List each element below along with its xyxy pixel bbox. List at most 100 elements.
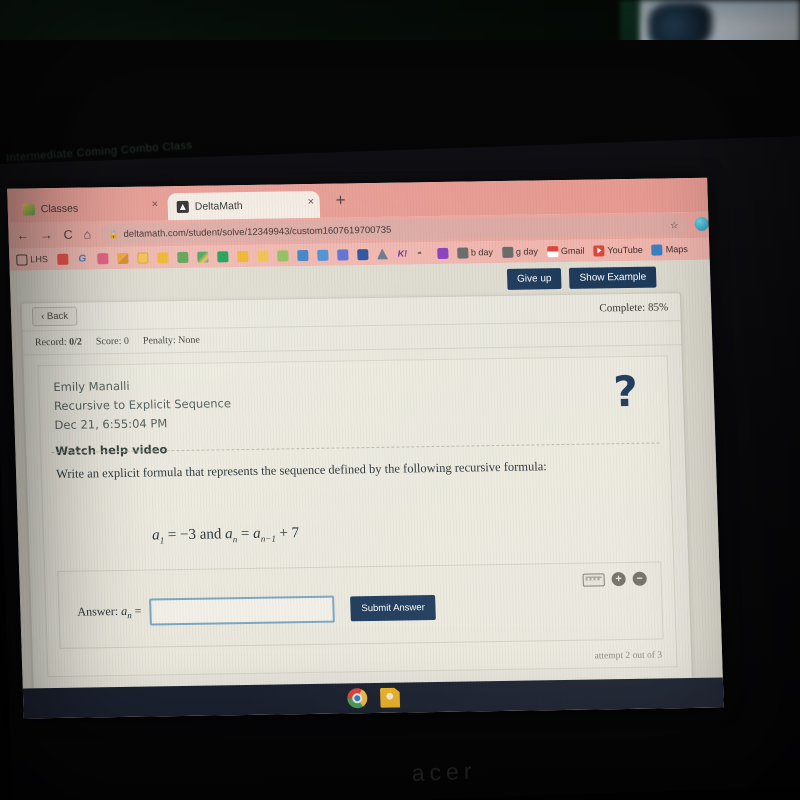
classroom-icon [22,202,35,215]
sheets-icon [216,250,229,262]
bookmark-item[interactable]: Gmail [546,245,585,257]
back-arrow-icon[interactable]: ← [16,228,29,242]
penalty-stat: Penalty: None [143,335,200,347]
bookmark-item[interactable] [56,253,69,265]
bookmark-item[interactable]: g day [501,246,538,258]
answer-label-text: Answer: [77,604,119,619]
deltamath-page: Give up Show Example ‹ Back Complete: 85… [9,259,724,719]
bookmark-item[interactable] [377,248,388,259]
bookmark-item[interactable]: YouTube [593,244,643,257]
completion-status: Complete: 85% [599,301,669,315]
bookmark-item[interactable]: K! [397,248,408,259]
bookmark-item[interactable] [96,252,109,264]
answer-row: Answer: an = Submit Answer [77,594,437,627]
assignment-datetime: Dec 21, 6:55:04 PM [54,416,168,432]
forward-arrow-icon[interactable]: → [40,228,53,242]
assignment-title: Recursive to Explicit Sequence [53,396,232,413]
browser-tab-deltamath[interactable]: DeltaMath [167,190,321,221]
formula-an-1: an−1 [252,525,277,544]
back-button[interactable]: ‹ Back [31,306,78,327]
wifi-icon: ◓ [416,247,423,258]
folder-icon [16,253,28,266]
bookmark-item[interactable] [156,251,169,263]
bookmark-item[interactable]: G [77,253,88,264]
answer-input[interactable] [149,595,335,626]
reload-icon[interactable]: C [63,227,72,241]
address-bar-url: deltamath.com/student/solve/12349943/cus… [123,224,392,240]
google-g-icon: G [78,252,87,265]
bookmark-item[interactable] [236,250,249,262]
bookmark-item[interactable]: LHS [16,253,48,266]
bookmark-item[interactable] [336,248,349,261]
answer-tools: + − [582,571,647,587]
answer-label: Answer: an = [77,604,141,621]
help-question-mark-icon[interactable]: ? [613,367,639,416]
bookmark-item[interactable] [256,250,269,262]
formula-equals-neg3: = −3 and [167,526,226,544]
new-tab-button[interactable]: + [335,190,346,209]
formula-equals: = [240,525,254,543]
tab-close-icon[interactable]: × [151,198,158,210]
extension-icon-1[interactable] [694,216,709,231]
bookmark-item[interactable] [296,249,309,261]
zoom-in-button[interactable]: + [611,572,626,587]
red-app-icon [56,253,69,265]
bookmark-star-icon[interactable]: ☆ [670,220,679,231]
pink-shield-icon [96,252,109,264]
kahoot-icon: K! [397,247,408,259]
orange-corner-icon [116,252,129,264]
bookmark-item[interactable] [276,249,289,261]
bookmark-item[interactable] [356,248,369,260]
record-label: Record: [34,336,67,349]
lock-icon: 🔒 [108,229,119,239]
maps-icon [651,243,663,256]
bookmark-item[interactable] [116,252,129,264]
give-up-button[interactable]: Give up [506,268,562,290]
bookmark-item[interactable] [316,249,329,261]
bookmark-item[interactable] [436,247,449,259]
penalty-value: None [178,334,201,347]
score-value: 0 [123,335,130,347]
gray-triangle-icon [377,248,388,259]
show-example-button[interactable]: Show Example [569,266,657,289]
blue-doc-icon [296,249,309,261]
drive-icon [196,251,209,263]
submit-answer-button[interactable]: Submit Answer [350,595,437,622]
extension-icon-2[interactable] [712,216,724,231]
home-icon[interactable]: ⌂ [83,227,91,241]
quizlet-icon [356,248,369,260]
blue-doc-3-icon [336,248,349,261]
laptop-body: acer Classes × DeltaMath × + ← → C ⌂ 🔒 d… [0,135,800,800]
deltamath-icon [176,200,189,213]
bookmark-item[interactable]: b day [456,246,493,259]
formula-a1: a1 [151,527,165,546]
attempt-counter: attempt 2 out of 3 [594,650,663,662]
gmail-icon [546,245,559,257]
tab-title: Classes [40,202,79,215]
yellow-window-icon [136,252,149,264]
youtube-icon [593,244,605,257]
score-stat: Score: 0 [96,336,129,348]
purple-app-icon [436,247,449,259]
bookmark-item[interactable]: Maps [651,243,688,256]
laptop-brand-label: acer [411,757,477,786]
browser-tab-classes[interactable]: Classes [13,193,167,223]
green-photo-icon [176,251,189,263]
leaf-icon [276,249,289,261]
record-value: 0/2 [68,336,83,348]
keyboard-icon[interactable] [582,572,605,587]
bookmark-item[interactable] [136,252,149,264]
bookmark-item[interactable]: ◓ [417,248,428,259]
bookmark-item[interactable] [196,251,209,263]
amber-book-icon [156,251,169,263]
keep-app-icon[interactable] [379,688,400,708]
answer-zone: + − Answer: an = Submit Answer [57,561,664,649]
slides-icon [236,250,249,262]
bookmark-item[interactable] [216,250,229,262]
record-stat: Record: 0/2 [35,337,82,349]
chrome-app-icon[interactable] [346,688,368,709]
zoom-out-button[interactable]: − [632,571,647,586]
score-label: Score: [95,335,122,348]
bookmark-item[interactable] [176,251,189,263]
tab-close-icon[interactable]: × [307,196,314,208]
